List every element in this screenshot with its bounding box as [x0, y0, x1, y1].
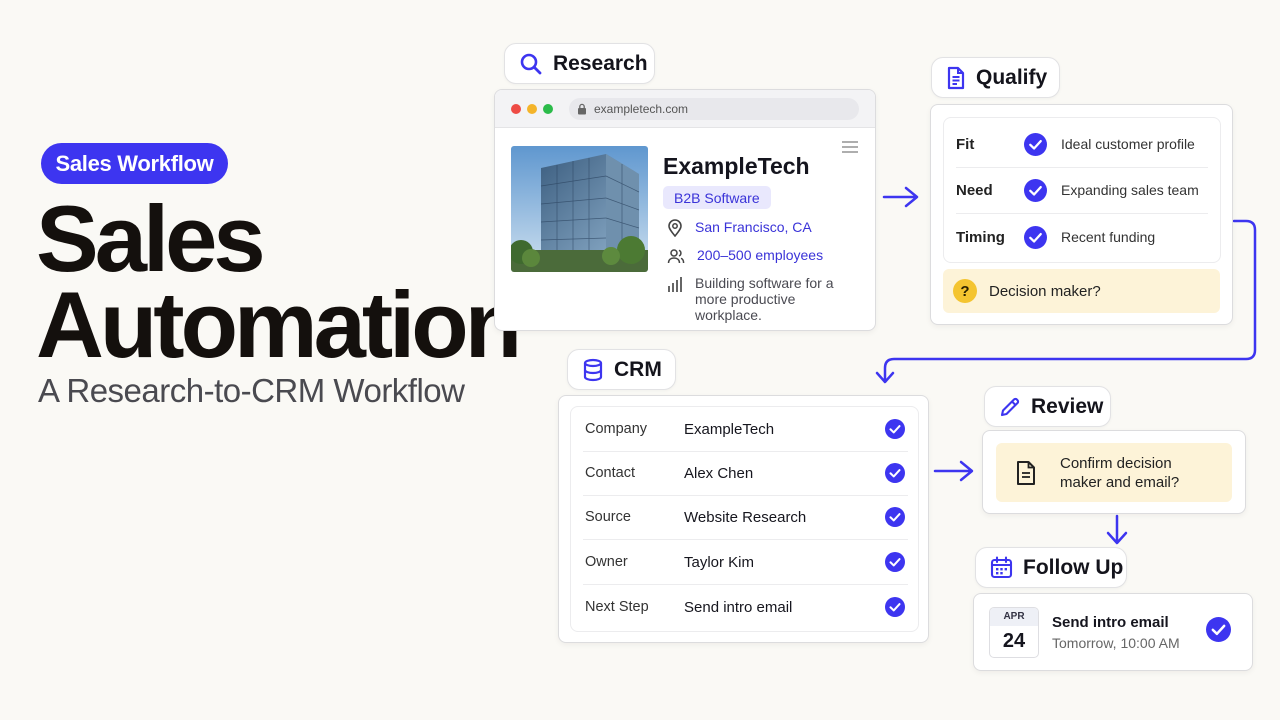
review-card: Confirm decision maker and email?: [982, 430, 1246, 514]
follow-up-label-text: Follow Up: [1023, 555, 1124, 579]
employees-row: 200–500 employees: [667, 247, 823, 265]
crm-row-source: Source Website Research: [585, 495, 905, 539]
crm-field-label: Company: [585, 421, 648, 437]
qualify-row-fit: Fit Ideal customer profile: [956, 121, 1208, 167]
check-circle-icon: [1206, 617, 1231, 642]
url-text: exampletech.com: [594, 102, 689, 116]
review-text-line-2: maker and email?: [1060, 473, 1180, 491]
arrow-research-to-qualify: [882, 186, 919, 208]
qualify-row-timing: Timing Recent funding: [956, 214, 1208, 260]
crm-field-value: Taylor Kim: [684, 553, 755, 571]
qualify-row-need: Need Expanding sales team: [956, 167, 1208, 213]
follow-up-card: APR 24 Send intro email Tomorrow, 10:00 …: [973, 593, 1253, 671]
pencil-icon: [1000, 397, 1020, 416]
review-label: Review: [984, 386, 1111, 427]
sales-workflow-badge: Sales Workflow: [41, 143, 228, 184]
calendar-day: 24: [1002, 630, 1026, 652]
arrow-crm-to-review: [933, 460, 974, 482]
company-name: ExampleTech: [663, 153, 810, 179]
review-label-text: Review: [1031, 394, 1104, 418]
crm-field-label: Owner: [585, 554, 628, 570]
follow-up-task-time: Tomorrow, 10:00 AM: [1052, 635, 1180, 651]
minimize-dot[interactable]: [527, 104, 537, 114]
location-pin-icon: [668, 219, 682, 237]
crm-row-company: Company ExampleTech: [585, 407, 905, 451]
qualify-value: Recent funding: [1061, 229, 1156, 245]
search-icon: [520, 53, 542, 74]
browser-toolbar: exampletech.com: [495, 90, 875, 128]
description-row: Building software for a more productive …: [667, 275, 835, 323]
crm-label-text: CRM: [614, 357, 662, 381]
qualify-label: Qualify: [931, 57, 1060, 98]
check-circle-icon: [1024, 225, 1047, 249]
bar-chart-icon: [668, 277, 682, 292]
research-label: Research: [504, 43, 655, 84]
check-circle-icon: [885, 419, 905, 439]
location-row: San Francisco, CA: [667, 219, 812, 237]
industry-tag: B2B Software: [663, 186, 771, 209]
check-circle-icon: [885, 463, 905, 483]
crm-record-card: Company ExampleTech Contact Alex Chen So…: [558, 395, 929, 643]
hero-subtitle: A Research-to-CRM Workflow: [38, 372, 465, 409]
follow-up-label: Follow Up: [975, 547, 1127, 588]
crm-record-table: Company ExampleTech Contact Alex Chen So…: [570, 406, 919, 632]
research-label-text: Research: [553, 51, 648, 75]
question-mark-icon: ?: [953, 279, 977, 303]
close-dot[interactable]: [511, 104, 521, 114]
review-confirmation-box: Confirm decision maker and email?: [996, 443, 1232, 502]
check-circle-icon: [885, 552, 905, 572]
crm-field-label: Source: [585, 509, 631, 525]
check-circle-icon: [1024, 178, 1047, 202]
description-text: Building software for a more productive …: [695, 275, 834, 323]
qualify-value: Ideal customer profile: [1061, 136, 1195, 152]
qualify-key: Timing: [956, 228, 1005, 246]
qualify-key: Fit: [956, 135, 975, 153]
document-icon: [947, 66, 965, 89]
qualify-key: Need: [956, 181, 993, 199]
crm-field-label: Contact: [585, 465, 635, 481]
crm-field-value: Send intro email: [684, 598, 793, 616]
research-browser-window: exampletech.com ExampleTech B2B Software…: [494, 89, 876, 331]
lock-icon: [578, 103, 586, 115]
hamburger-menu-icon[interactable]: [841, 140, 859, 154]
employees-text: 200–500 employees: [697, 247, 824, 263]
decision-maker-text: Decision maker?: [989, 282, 1101, 300]
people-icon: [667, 249, 685, 264]
qualify-criteria-list: Fit Ideal customer profile Need Expandin…: [943, 117, 1221, 263]
crm-field-value: ExampleTech: [684, 420, 775, 438]
hero-title-line-2: Automation: [36, 272, 522, 377]
location-text: San Francisco, CA: [695, 219, 812, 235]
database-icon: [583, 358, 603, 381]
crm-row-next-step: Next Step Send intro email: [585, 585, 905, 629]
crm-field-value: Alex Chen: [684, 464, 754, 482]
hero-title: Sales Automation: [36, 186, 522, 377]
check-circle-icon: [885, 507, 905, 527]
hero-title-line-1: Sales: [36, 186, 266, 291]
crm-field-value: Website Research: [684, 508, 807, 526]
file-text-icon: [1017, 460, 1035, 485]
crm-row-owner: Owner Taylor Kim: [585, 540, 905, 584]
crm-label: CRM: [567, 349, 676, 390]
url-bar[interactable]: exampletech.com: [569, 98, 859, 120]
calendar-date-badge: APR 24: [989, 607, 1039, 658]
qualify-card: Fit Ideal customer profile Need Expandin…: [930, 104, 1233, 325]
review-text: Confirm decision maker and email?: [1060, 454, 1179, 492]
arrow-review-to-followup: [1106, 514, 1128, 545]
check-circle-icon: [885, 597, 905, 617]
follow-up-task-title: Send intro email: [1052, 614, 1169, 631]
calendar-icon: [990, 556, 1013, 579]
decision-maker-question: ? Decision maker?: [943, 269, 1220, 313]
crm-row-contact: Contact Alex Chen: [585, 451, 905, 495]
check-circle-icon: [1024, 132, 1047, 156]
qualify-label-text: Qualify: [976, 65, 1048, 89]
review-text-line-1: Confirm decision: [1060, 454, 1172, 472]
crm-field-label: Next Step: [585, 599, 649, 615]
company-building-image: [511, 146, 648, 272]
maximize-dot[interactable]: [543, 104, 553, 114]
calendar-month: APR: [990, 608, 1038, 626]
qualify-value: Expanding sales team: [1061, 182, 1199, 198]
